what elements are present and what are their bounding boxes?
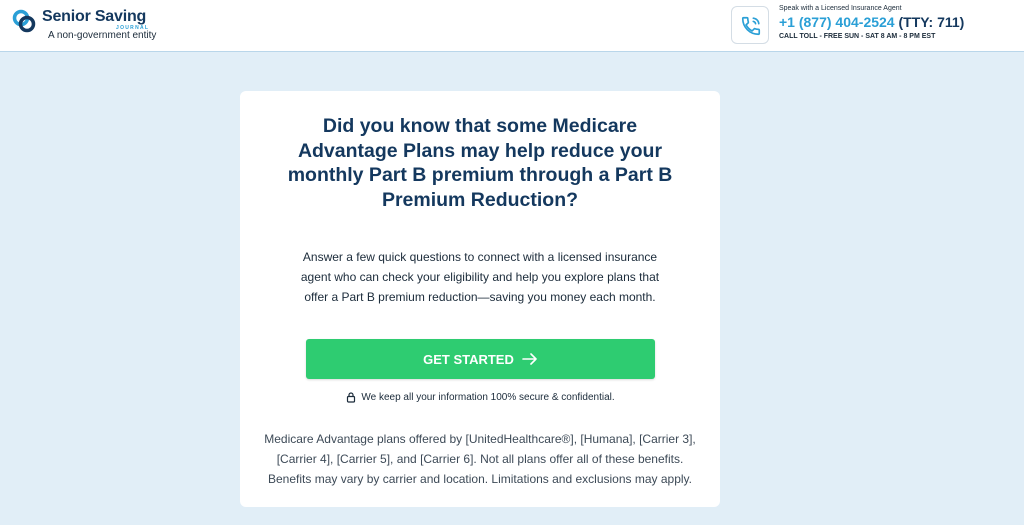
logo-name: Senior Saving — [42, 8, 147, 25]
get-started-label: GET STARTED — [423, 351, 514, 367]
offer-card: Did you know that some Medicare Advantag… — [240, 91, 720, 507]
get-started-button[interactable]: GET STARTED — [306, 339, 655, 379]
offer-description: Answer a few quick questions to connect … — [300, 250, 660, 304]
security-note-text: We keep all your information 100% secure… — [361, 391, 615, 403]
site-header: Senior Saving JOURNAL A non-government e… — [0, 0, 1024, 52]
security-note: We keep all your information 100% secure… — [240, 391, 720, 403]
lock-icon — [347, 392, 356, 403]
offer-headline: Did you know that some Medicare Advantag… — [287, 115, 673, 211]
logo-tagline: A non-government entity — [48, 30, 157, 41]
site-logo[interactable]: Senior Saving JOURNAL A non-government e… — [12, 8, 182, 44]
contact-info: Speak with a Licensed Insurance Agent +1… — [779, 5, 964, 40]
tty-number: (TTY: 711) — [898, 14, 965, 30]
carrier-disclaimer: Medicare Advantage plans offered by [Uni… — [264, 432, 696, 486]
call-hours: CALL TOLL - FREE SUN - SAT 8 AM - 8 PM E… — [779, 33, 936, 40]
phone-icon — [741, 16, 761, 36]
phone-number-link[interactable]: +1 (877) 404-2524 — [779, 14, 895, 30]
contact-label: Speak with a Licensed Insurance Agent — [779, 5, 902, 12]
phone-number-line[interactable]: +1 (877) 404-2524 (TTY: 711) — [779, 14, 964, 30]
arrow-right-icon — [522, 353, 537, 365]
phone-call-button[interactable] — [731, 6, 769, 44]
logo-mark-icon — [12, 9, 36, 33]
